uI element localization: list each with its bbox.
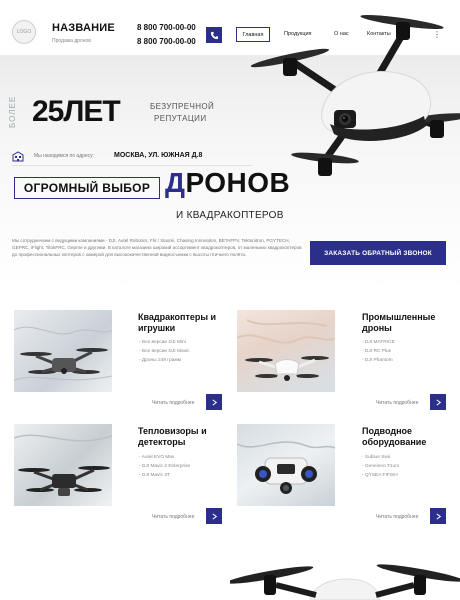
drone-phantom-image — [237, 319, 335, 387]
list-item[interactable]: - Geneinno T1um — [362, 462, 399, 471]
brand-title: НАЗВАНИЕ — [52, 22, 115, 34]
read-more-link[interactable]: Читать подробнее — [152, 400, 194, 406]
list-item[interactable]: - DJI Mavic 3T — [139, 471, 190, 480]
building-icon — [12, 151, 24, 162]
list-item[interactable]: - Sublue Swii — [362, 453, 399, 462]
list-item[interactable]: - Дроны 249 грамм — [139, 356, 190, 365]
category-title-underwater[interactable]: Подводное оборудование — [362, 426, 452, 448]
read-more-link[interactable]: Читать подробнее — [376, 514, 418, 520]
intro-paragraph: Мы сотрудничаем с ведущими компаниями - … — [12, 238, 302, 258]
arrow-right-icon — [211, 512, 217, 520]
address-value: МОСКВА, УЛ. ЮЖНАЯ Д.8 — [114, 152, 203, 159]
category-list-thermal: - Autel EVO Max - DJI Mavic 2 Enterprise… — [139, 453, 190, 480]
category-title-industrial[interactable]: Промышленные дроны — [362, 312, 452, 334]
divider — [12, 165, 252, 166]
list-item[interactable]: - QYSEA FIFISH — [362, 471, 399, 480]
phone-number-1[interactable]: 8 800 700-00-00 — [137, 23, 196, 32]
drones-first-letter: Д — [165, 167, 186, 198]
drone-bottom-image — [230, 564, 460, 600]
reputation-line-1: БЕЗУПРЕЧНОЙ — [150, 102, 215, 111]
list-item[interactable]: - Autel EVO Max — [139, 453, 190, 462]
huge-choice-text: ОГРОМНЫЙ ВЫБОР — [23, 181, 151, 195]
more-vertical-label: БОЛЕЕ — [8, 95, 17, 128]
read-more-button[interactable] — [206, 508, 222, 524]
list-item[interactable]: - Все версии DJI Mavic — [139, 347, 190, 356]
category-title-toys[interactable]: Квадракоптеры и игрушки — [138, 312, 228, 334]
drone-hero-image — [250, 14, 460, 176]
arrow-right-icon — [435, 398, 441, 406]
years-heading: 25ЛЕТ — [32, 95, 121, 128]
read-more-button[interactable] — [206, 394, 222, 410]
list-item[interactable]: - DJI RC Plus — [362, 347, 395, 356]
category-list-toys: - Все версии DJI Mini - Все версии DJI M… — [139, 338, 190, 365]
request-callback-button[interactable]: ЗАКАЗАТЬ ОБРАТНЫЙ ЗВОНОК — [310, 241, 446, 265]
brand-subtitle: Продажа дронов — [52, 38, 91, 44]
category-list-underwater: - Sublue Swii - Geneinno T1um - QYSEA FI… — [362, 453, 399, 480]
read-more-link[interactable]: Читать подробнее — [376, 400, 418, 406]
category-image-toys[interactable] — [14, 310, 112, 392]
drones-rest: РОНОВ — [185, 167, 291, 198]
drone-mavic-image — [14, 326, 112, 381]
read-more-button[interactable] — [430, 394, 446, 410]
category-title-thermal[interactable]: Тепловизоры и детекторы — [138, 426, 228, 448]
list-item[interactable]: - DJI Mavic 2 Enterprise — [139, 462, 190, 471]
phone-icon — [210, 31, 218, 39]
underwater-drone-image — [237, 441, 335, 494]
list-item[interactable]: - DJI MATRICE — [362, 338, 395, 347]
logo-text: LOGO — [16, 29, 32, 35]
drones-heading: ДРОНОВ — [165, 167, 290, 199]
huge-choice-box: ОГРОМНЫЙ ВЫБОР — [14, 177, 160, 199]
reputation-text: БЕЗУПРЕЧНОЙ РЕПУТАЦИИ — [150, 101, 220, 125]
category-list-industrial: - DJI MATRICE - DJI RC Plus - DJI Phanto… — [362, 338, 395, 365]
list-item[interactable]: - Все версии DJI Mini — [139, 338, 190, 347]
category-image-industrial[interactable] — [237, 310, 335, 392]
call-button[interactable] — [206, 27, 222, 43]
arrow-right-icon — [435, 512, 441, 520]
arrow-right-icon — [211, 398, 217, 406]
read-more-button[interactable] — [430, 508, 446, 524]
address-label: Мы находимся по адресу: — [34, 153, 95, 159]
quadrocopters-subheading: И КВАДРАКОПТЕРОВ — [176, 210, 284, 221]
read-more-link[interactable]: Читать подробнее — [152, 514, 194, 520]
list-item[interactable]: - DJI Phantom — [362, 356, 395, 365]
category-image-underwater[interactable] — [237, 424, 335, 506]
logo[interactable]: LOGO — [12, 20, 36, 44]
drone-matrice-image — [14, 434, 112, 496]
reputation-line-2: РЕПУТАЦИИ — [154, 114, 207, 123]
category-image-thermal[interactable] — [14, 424, 112, 506]
phone-number-2[interactable]: 8 800 700-00-00 — [137, 37, 196, 46]
